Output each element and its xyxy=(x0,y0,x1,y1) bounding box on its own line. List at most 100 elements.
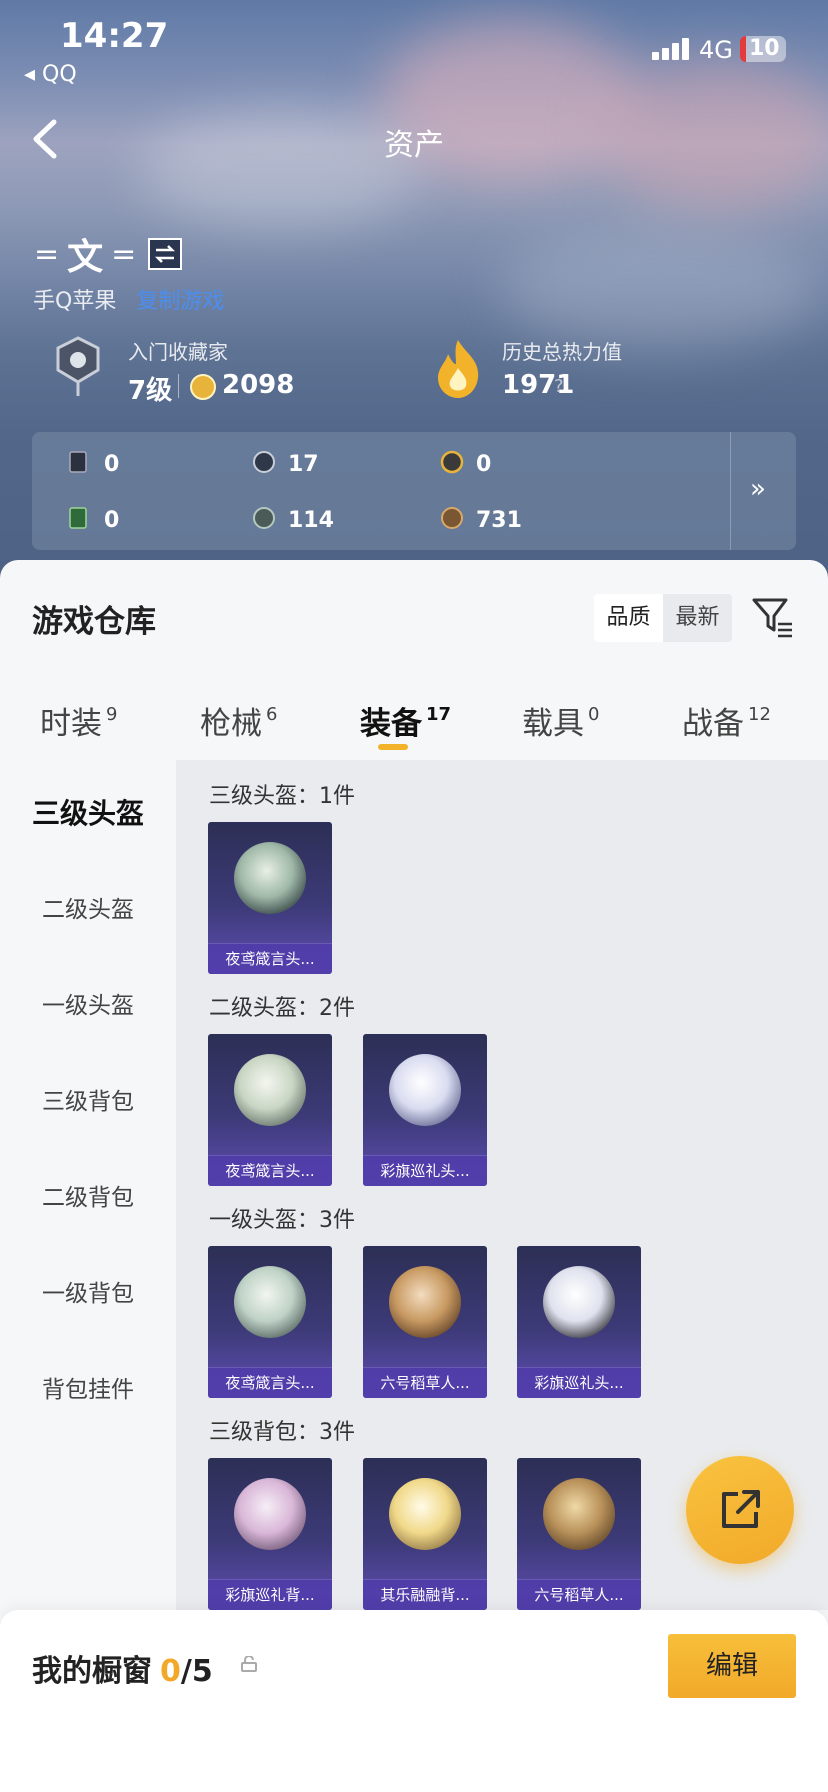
active-tab-indicator xyxy=(378,744,408,750)
helmet-icon xyxy=(234,842,306,914)
status-time: 14:27 xyxy=(60,16,169,56)
tab-supplies[interactable]: 战备 12 xyxy=(682,698,771,743)
name-decor-right: = xyxy=(111,236,137,272)
group-title: 一级头盔：3件 xyxy=(209,1208,355,1233)
resource-panel: 0 17 0 0 114 731 » xyxy=(32,432,796,550)
collector-medal-icon xyxy=(56,336,100,396)
helmet-icon xyxy=(234,1054,306,1126)
item-name: 其乐融融背... xyxy=(363,1579,487,1610)
item-name: 彩旗巡礼背... xyxy=(208,1579,332,1610)
helmet-icon xyxy=(543,1266,615,1338)
helmet-icon xyxy=(389,1266,461,1338)
warehouse-title: 游戏仓库 xyxy=(32,604,156,640)
tab-label: 装备 xyxy=(360,706,422,742)
gold-token-icon xyxy=(440,450,464,474)
item-name: 夜鸢箴言头... xyxy=(208,943,332,974)
showcase-title-row: 我的橱窗 0/5 xyxy=(32,1646,213,1690)
back-app-label: QQ xyxy=(42,62,77,87)
tab-count: 6 xyxy=(266,704,278,725)
item-card[interactable]: 彩旗巡礼背... xyxy=(208,1458,332,1610)
tab-label: 枪械 xyxy=(200,706,262,742)
platform-row: 手Q苹果 复制游戏 xyxy=(33,283,224,315)
card-icon xyxy=(69,451,87,473)
helmet-icon xyxy=(389,1054,461,1126)
showcase-total: /5 xyxy=(180,1654,213,1689)
tab-weapons[interactable]: 枪械 6 xyxy=(200,698,277,743)
switch-account-icon[interactable] xyxy=(148,238,183,270)
external-link-icon xyxy=(722,1490,760,1528)
item-card[interactable]: 六号稻草人... xyxy=(517,1458,641,1610)
item-card[interactable]: 彩旗巡礼头... xyxy=(517,1246,641,1398)
group-title: 三级背包：3件 xyxy=(209,1420,355,1445)
sort-newest-button[interactable]: 最新 xyxy=(663,594,732,642)
group-title: 二级头盔：2件 xyxy=(209,996,355,1021)
resource-value: 0 xyxy=(476,452,492,477)
tab-count: 17 xyxy=(426,704,452,725)
item-name: 六号稻草人... xyxy=(517,1579,641,1610)
category-item[interactable]: 一级头盔 xyxy=(0,986,176,1020)
resource-value: 0 xyxy=(104,452,120,477)
level-divider xyxy=(178,374,179,398)
tab-label: 战备 xyxy=(682,706,744,742)
share-button[interactable] xyxy=(686,1456,794,1564)
orb-icon xyxy=(253,507,275,529)
resource-value: 731 xyxy=(476,508,522,533)
tab-equipment[interactable]: 装备 17 xyxy=(360,698,451,743)
item-name: 夜鸢箴言头... xyxy=(208,1155,332,1186)
tab-count: 0 xyxy=(588,704,600,725)
item-card[interactable]: 夜鸢箴言头... xyxy=(208,1246,332,1398)
battery-level: 10 xyxy=(749,36,780,61)
back-to-app-link[interactable]: ◂ QQ xyxy=(24,62,77,87)
token-icon xyxy=(253,451,275,473)
expand-arrow-icon[interactable]: » xyxy=(750,474,766,504)
tab-label: 时装 xyxy=(40,706,102,742)
edit-showcase-button[interactable]: 编辑 xyxy=(668,1634,796,1698)
heat-help-icon[interactable]: ? xyxy=(554,376,564,397)
category-item[interactable]: 二级背包 xyxy=(0,1178,176,1212)
category-item[interactable]: 二级头盔 xyxy=(0,890,176,924)
showcase-current: 0 xyxy=(160,1654,181,1689)
item-name: 彩旗巡礼头... xyxy=(517,1367,641,1398)
resource-value: 0 xyxy=(104,508,120,533)
group-title: 三级头盔：1件 xyxy=(209,784,355,809)
resource-value: 114 xyxy=(288,508,334,533)
heat-label: 历史总热力值 xyxy=(502,340,622,364)
item-card[interactable]: 其乐融融背... xyxy=(363,1458,487,1610)
platform-label: 手Q苹果 xyxy=(33,289,117,314)
tab-vehicles[interactable]: 载具 0 xyxy=(522,698,599,743)
collector-level: 7级 xyxy=(128,376,173,406)
tab-label: 载具 xyxy=(522,706,584,742)
backpack-icon xyxy=(543,1478,615,1550)
category-item[interactable]: 一级背包 xyxy=(0,1274,176,1308)
category-item[interactable]: 三级背包 xyxy=(0,1082,176,1116)
helmet-icon xyxy=(234,1266,306,1338)
sort-quality-button[interactable]: 品质 xyxy=(594,594,663,642)
item-card[interactable]: 夜鸢箴言头... xyxy=(208,822,332,974)
item-name: 彩旗巡礼头... xyxy=(363,1155,487,1186)
showcase-title: 我的橱窗 xyxy=(32,1654,152,1689)
category-item[interactable]: 三级头盔 xyxy=(0,792,176,832)
tab-fashion[interactable]: 时装 9 xyxy=(40,698,117,743)
backpack-icon xyxy=(389,1478,461,1550)
item-card[interactable]: 夜鸢箴言头... xyxy=(208,1034,332,1186)
item-card[interactable]: 六号稻草人... xyxy=(363,1246,487,1398)
green-card-icon xyxy=(69,507,87,529)
coin-icon xyxy=(190,374,216,400)
sort-toggle: 品质 最新 xyxy=(594,594,732,642)
user-name: 文 xyxy=(67,237,104,278)
lock-icon xyxy=(241,1656,257,1672)
resource-divider xyxy=(730,432,731,550)
battery-icon: 10 xyxy=(740,36,786,62)
item-card[interactable]: 彩旗巡礼头... xyxy=(363,1034,487,1186)
signal-icon xyxy=(652,38,690,60)
item-name: 夜鸢箴言头... xyxy=(208,1367,332,1398)
resource-value: 17 xyxy=(288,452,319,477)
tab-count: 12 xyxy=(748,704,771,725)
name-decor-left: = xyxy=(34,236,60,272)
backpack-icon xyxy=(234,1478,306,1550)
page-title: 资产 xyxy=(384,128,444,163)
copy-game-link[interactable]: 复制游戏 xyxy=(136,289,224,314)
category-item[interactable]: 背包挂件 xyxy=(0,1370,176,1404)
coin-count: 2098 xyxy=(222,370,295,400)
filter-icon[interactable] xyxy=(750,594,794,638)
